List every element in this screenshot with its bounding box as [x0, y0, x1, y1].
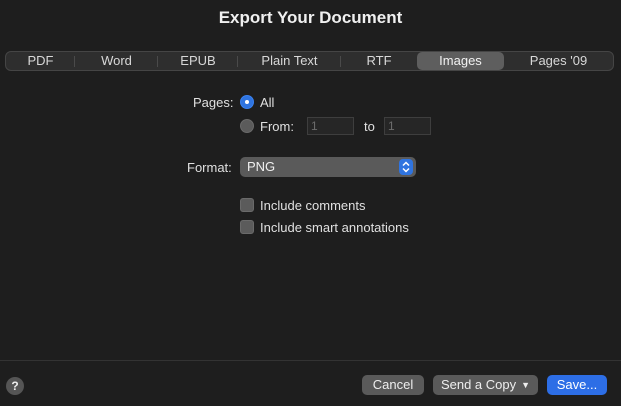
- tab-rtf[interactable]: RTF: [341, 52, 417, 70]
- pages-to-label: to: [364, 119, 375, 134]
- tab-word[interactable]: Word: [75, 52, 158, 70]
- format-tab-bar: PDF Word EPUB Plain Text RTF Images Page…: [5, 51, 614, 71]
- cancel-button[interactable]: Cancel: [362, 375, 424, 395]
- save-button[interactable]: Save...: [547, 375, 607, 395]
- include-smart-annotations-checkbox[interactable]: [240, 220, 254, 234]
- tab-plain-text[interactable]: Plain Text: [238, 52, 341, 70]
- pages-all-label: All: [260, 95, 275, 110]
- chevron-down-icon: ▼: [521, 380, 531, 390]
- to-page-field[interactable]: 1: [384, 117, 431, 135]
- tab-epub[interactable]: EPUB: [158, 52, 238, 70]
- send-copy-label: Send a Copy: [440, 377, 517, 392]
- from-page-field[interactable]: 1: [307, 117, 354, 135]
- pages-all-radio[interactable]: [240, 95, 254, 109]
- updown-chevron-icon: [399, 159, 413, 175]
- tab-images[interactable]: Images: [417, 52, 504, 70]
- tab-pages-09[interactable]: Pages '09: [504, 52, 613, 70]
- include-comments-checkbox[interactable]: [240, 198, 254, 212]
- footer-divider: [0, 360, 621, 361]
- format-select-value: PNG: [247, 159, 276, 174]
- pages-label: Pages:: [193, 95, 234, 110]
- tab-pdf[interactable]: PDF: [6, 52, 75, 70]
- send-copy-button[interactable]: Send a Copy ▼: [433, 375, 538, 395]
- dialog-title: Export Your Document: [218, 8, 403, 27]
- include-comments-label: Include comments: [260, 198, 366, 213]
- format-label: Format:: [187, 160, 232, 175]
- format-select[interactable]: PNG: [240, 157, 416, 177]
- pages-from-label: From:: [260, 119, 294, 134]
- help-button[interactable]: ?: [6, 377, 24, 395]
- pages-from-radio[interactable]: [240, 119, 254, 133]
- include-smart-annotations-label: Include smart annotations: [260, 220, 409, 235]
